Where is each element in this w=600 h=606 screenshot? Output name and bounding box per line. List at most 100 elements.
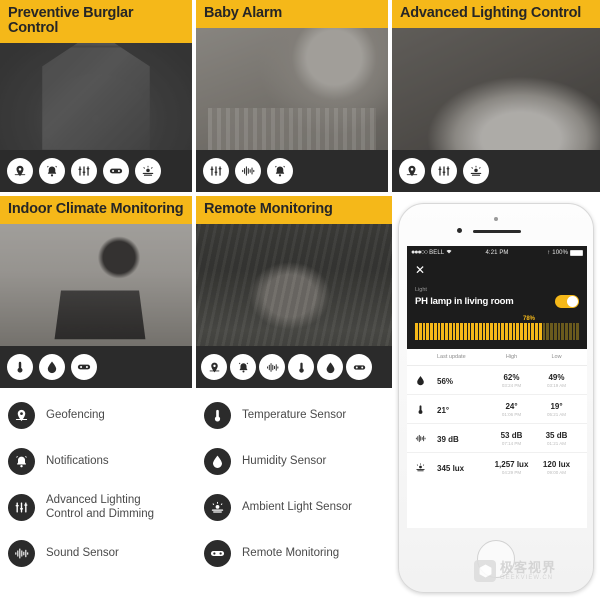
remote-monitoring-icon[interactable] xyxy=(346,354,372,380)
cell-low-time: 05:21 AM xyxy=(546,411,566,417)
brightness-bar xyxy=(501,323,504,340)
status-time: 4:21 PM xyxy=(485,249,509,256)
humidity-icon xyxy=(204,447,231,475)
device-header-row: PH lamp in living room xyxy=(415,295,579,308)
brightness-bar xyxy=(553,323,557,340)
table-row[interactable]: 56% 62% 03:24 PM 49% 03:19 AM xyxy=(407,366,587,395)
cell-high-time: 03:24 PM xyxy=(501,382,522,388)
card-icon-strip xyxy=(0,150,192,192)
cell-low: 49% xyxy=(548,372,565,382)
temperature-icon[interactable] xyxy=(7,354,33,380)
card-preventive-burglar-control[interactable]: Preventive Burglar Control xyxy=(0,0,192,192)
temperature-icon[interactable] xyxy=(288,354,314,380)
card-icon-strip xyxy=(0,346,192,388)
cell-low-time: 09:00 AM xyxy=(546,469,566,475)
cell-low: 120 lux xyxy=(542,459,571,469)
brightness-bar xyxy=(445,323,448,340)
legend-item-humidity-sensor: Humidity Sensor xyxy=(204,438,392,484)
legend-item-sound-sensor: Sound Sensor xyxy=(8,530,196,576)
humidity-icon[interactable] xyxy=(39,354,65,380)
cell-last-update: 21° xyxy=(437,406,450,415)
table-row[interactable]: 39 dB 53 dB 07:14 PM 35 dB 01:21 AM xyxy=(407,424,587,453)
geofencing-icon xyxy=(8,401,35,429)
lighting-icon[interactable] xyxy=(431,158,457,184)
legend-label: Remote Monitoring xyxy=(242,546,340,559)
sound-sensor-icon[interactable] xyxy=(259,354,285,380)
brightness-bar xyxy=(430,323,433,340)
sound-sensor-icon[interactable] xyxy=(235,158,261,184)
brightness-bar xyxy=(471,323,474,340)
cell-high: 1,257 lux xyxy=(494,459,529,469)
brightness-bar xyxy=(516,323,519,340)
humidity-icon[interactable] xyxy=(317,354,343,380)
brightness-bar xyxy=(520,323,523,340)
watermark-logo-icon xyxy=(474,560,496,582)
legend-item-advanced-lighting: Advanced Lighting Control and Dimming xyxy=(8,484,196,530)
card-advanced-lighting-control[interactable]: Advanced Lighting Control xyxy=(392,0,600,192)
geofencing-icon[interactable] xyxy=(399,158,425,184)
remote-monitoring-icon[interactable] xyxy=(71,354,97,380)
ambient-light-icon[interactable] xyxy=(135,158,161,184)
card-title: Preventive Burglar Control xyxy=(0,0,192,44)
legend-label: Sound Sensor xyxy=(46,546,119,559)
cell-last-update: 345 lux xyxy=(437,464,465,473)
brightness-bar xyxy=(505,323,508,340)
card-remote-monitoring[interactable]: Remote Monitoring xyxy=(196,196,392,388)
legend-label: Ambient Light Sensor xyxy=(242,500,352,513)
legend-label: Geofencing xyxy=(46,408,105,421)
geofencing-icon[interactable] xyxy=(7,158,33,184)
brightness-bar xyxy=(523,323,527,340)
brightness-bar xyxy=(546,323,549,340)
watermark-en-label: GEEKVIEW.CN xyxy=(500,574,554,581)
legend-column-left: Geofencing Notifications Advanced Lighti… xyxy=(0,392,196,576)
legend-label: Humidity Sensor xyxy=(242,454,327,467)
brightness-bar xyxy=(493,323,497,340)
lighting-icon xyxy=(8,493,35,521)
close-icon[interactable]: ✕ xyxy=(415,264,579,276)
card-icon-strip xyxy=(196,346,392,388)
brightness-bar xyxy=(415,323,418,340)
phone-mockup: ●●●○○ BELL 4:21 PM ↑ 100% ✕ Light PH lam… xyxy=(398,203,594,593)
cell-last-update: 56% xyxy=(437,377,454,386)
lighting-icon[interactable] xyxy=(71,158,97,184)
toggle-knob xyxy=(567,296,578,307)
page-root: Preventive Burglar Control Baby Alarm Ad… xyxy=(0,0,600,606)
brightness-bar xyxy=(478,323,482,340)
brightness-bar xyxy=(565,323,568,340)
remote-monitoring-icon[interactable] xyxy=(103,158,129,184)
brightness-bar xyxy=(437,323,441,340)
table-header-row: Last update High Low xyxy=(407,349,587,366)
watermark: 极客视界 GEEKVIEW.CN xyxy=(474,560,556,582)
ambient-light-icon[interactable] xyxy=(463,158,489,184)
lighting-icon[interactable] xyxy=(203,158,229,184)
card-icon-strip xyxy=(196,150,388,192)
geofencing-icon[interactable] xyxy=(201,354,227,380)
brightness-bar xyxy=(561,323,564,340)
notifications-icon[interactable] xyxy=(230,354,256,380)
brightness-bar xyxy=(512,323,516,340)
brightness-bar xyxy=(475,323,478,340)
card-indoor-climate-monitoring[interactable]: Indoor Climate Monitoring xyxy=(0,196,192,388)
brightness-bar xyxy=(467,323,471,340)
table-row[interactable]: 345 lux 1,257 lux 04:29 PM 120 lux 09:00… xyxy=(407,453,587,481)
brightness-slider[interactable] xyxy=(415,323,579,340)
brightness-bar xyxy=(490,323,493,340)
card-title: Remote Monitoring xyxy=(196,196,392,225)
notifications-icon[interactable] xyxy=(267,158,293,184)
cell-low-time: 03:19 AM xyxy=(546,382,566,388)
brightness-bar xyxy=(576,323,579,340)
card-baby-alarm[interactable]: Baby Alarm xyxy=(196,0,388,192)
cell-high: 24° xyxy=(505,401,518,411)
brightness-bar xyxy=(460,323,463,340)
carrier-label: BELL xyxy=(429,249,445,256)
table-row[interactable]: 21° 24° 01:06 PM 19° 05:21 AM xyxy=(407,395,587,424)
header-high: High xyxy=(505,354,518,360)
power-toggle[interactable] xyxy=(555,295,579,308)
device-category-label: Light xyxy=(415,287,427,293)
cell-low: 19° xyxy=(550,401,563,411)
brightness-bar xyxy=(568,323,572,340)
earpiece-speaker-icon xyxy=(473,230,521,233)
brightness-bar xyxy=(486,323,489,340)
card-title: Baby Alarm xyxy=(196,0,388,29)
notifications-icon[interactable] xyxy=(39,158,65,184)
